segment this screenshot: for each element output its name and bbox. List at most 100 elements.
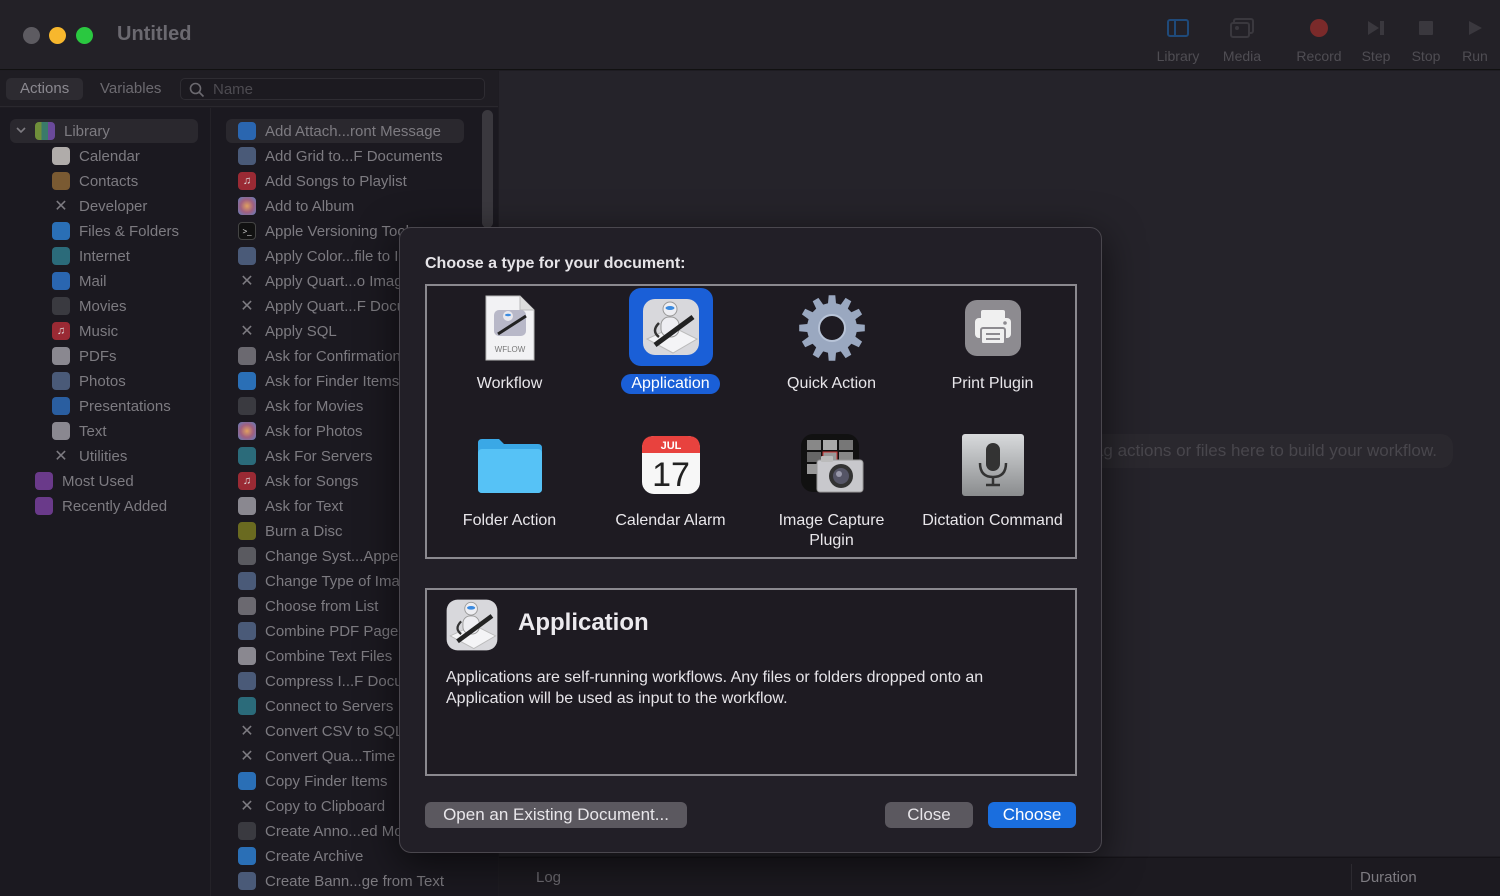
library-header: Actions Variables bbox=[0, 71, 498, 107]
toolbar-library-button[interactable]: Library bbox=[1146, 14, 1210, 70]
finder-icon bbox=[238, 372, 256, 390]
choose-button[interactable]: Choose bbox=[988, 802, 1076, 828]
action-label: Ask for Confirmation bbox=[265, 347, 401, 365]
quicktime-icon bbox=[52, 297, 70, 315]
action-label: Ask for Text bbox=[265, 497, 344, 515]
category-item-mail[interactable]: Mail bbox=[0, 269, 210, 293]
step-icon bbox=[1367, 14, 1385, 42]
type-calendar-alarm[interactable]: JUL 17 Calendar Alarm bbox=[590, 423, 751, 553]
chevron-down-icon[interactable] bbox=[15, 123, 27, 140]
action-item[interactable]: Add to Album bbox=[226, 194, 464, 218]
action-label: Combine Text Files bbox=[265, 647, 393, 665]
pdf-icon bbox=[52, 347, 70, 365]
action-label: Connect to Servers bbox=[265, 697, 394, 715]
category-item-files-folders[interactable]: Files & Folders bbox=[0, 219, 210, 243]
preview-icon bbox=[238, 672, 256, 690]
toolbar-stop-button[interactable]: Stop bbox=[1402, 14, 1450, 70]
category-item-contacts[interactable]: Contacts bbox=[0, 169, 210, 193]
tab-variables[interactable]: Variables bbox=[86, 78, 175, 100]
category-item-internet[interactable]: Internet bbox=[0, 244, 210, 268]
action-list-scrollbar[interactable] bbox=[482, 110, 493, 228]
toolbar-step-button[interactable]: Step bbox=[1350, 14, 1402, 70]
preview-icon bbox=[238, 247, 256, 265]
smart-folder-icon bbox=[35, 497, 53, 515]
type-folder-action[interactable]: Folder Action bbox=[429, 423, 590, 553]
title-bar: Untitled Library Media Record Step Stop … bbox=[0, 0, 1500, 70]
open-existing-document-button[interactable]: Open an Existing Document... bbox=[425, 802, 687, 828]
toolbar-record-button[interactable]: Record bbox=[1288, 14, 1350, 70]
minimize-window-button[interactable] bbox=[49, 27, 66, 44]
category-label: Movies bbox=[79, 297, 127, 315]
type-description-panel: Application Applications are self-runnin… bbox=[425, 588, 1077, 776]
action-label: Choose from List bbox=[265, 597, 379, 615]
category-label: Text bbox=[79, 422, 107, 440]
action-label: Burn a Disc bbox=[265, 522, 343, 540]
category-label: Developer bbox=[79, 197, 148, 215]
search-field[interactable] bbox=[180, 78, 485, 100]
action-item[interactable]: ♫ Add Songs to Playlist bbox=[226, 169, 464, 193]
category-item-developer[interactable]: ✕ Developer bbox=[0, 194, 210, 218]
image-capture-icon bbox=[787, 425, 877, 505]
action-item[interactable]: Add Grid to...F Documents bbox=[226, 144, 464, 168]
action-label: Ask For Servers bbox=[265, 447, 373, 465]
type-print-plugin[interactable]: Print Plugin bbox=[912, 286, 1073, 416]
description-title: Application bbox=[518, 609, 649, 636]
preview-icon bbox=[238, 147, 256, 165]
log-column-header[interactable]: Log bbox=[536, 869, 561, 886]
category-label: Photos bbox=[79, 372, 126, 390]
mail-icon bbox=[52, 272, 70, 290]
type-application[interactable]: Application bbox=[590, 286, 751, 416]
action-label: Ask for Movies bbox=[265, 397, 364, 415]
category-item-utilities[interactable]: ✕ Utilities bbox=[0, 444, 210, 468]
textedit-icon bbox=[52, 422, 70, 440]
type-quick-action[interactable]: Quick Action bbox=[751, 286, 912, 416]
type-workflow[interactable]: WFLOW Workflow bbox=[429, 286, 590, 416]
log-bar: Log Duration bbox=[499, 857, 1500, 896]
play-icon bbox=[1467, 14, 1483, 42]
action-label: Create Bann...ge from Text bbox=[265, 872, 444, 890]
category-label: Calendar bbox=[79, 147, 140, 165]
category-item-most-used[interactable]: Most Used bbox=[0, 469, 210, 493]
category-label: Recently Added bbox=[62, 497, 168, 515]
category-item-photos[interactable]: Photos bbox=[0, 369, 210, 393]
action-label: Add Attach...ront Message bbox=[265, 122, 441, 140]
close-window-button[interactable] bbox=[23, 27, 40, 44]
search-icon bbox=[189, 82, 205, 103]
automator-icon bbox=[238, 597, 256, 615]
action-label: Ask for Songs bbox=[265, 472, 359, 490]
category-item-music[interactable]: ♫ Music bbox=[0, 319, 210, 343]
document-type-grid: WFLOW Workflow Application Quick Action … bbox=[425, 284, 1077, 559]
category-item-pdfs[interactable]: PDFs bbox=[0, 344, 210, 368]
duration-column-header[interactable]: Duration bbox=[1360, 869, 1417, 886]
category-item-library[interactable]: Library bbox=[10, 119, 198, 143]
calendar-icon: JUL 17 bbox=[626, 425, 716, 505]
category-item-calendar[interactable]: Calendar bbox=[0, 144, 210, 168]
search-input[interactable] bbox=[213, 79, 473, 99]
record-icon bbox=[1309, 14, 1329, 42]
category-label: Utilities bbox=[79, 447, 128, 465]
action-item[interactable]: Add Attach...ront Message bbox=[226, 119, 464, 143]
action-label: Ask for Finder Items bbox=[265, 372, 400, 390]
textedit-icon bbox=[238, 497, 256, 515]
category-item-text[interactable]: Text bbox=[0, 419, 210, 443]
type-dictation-command[interactable]: Dictation Command bbox=[912, 423, 1073, 553]
action-item[interactable]: Create Bann...ge from Text bbox=[226, 869, 464, 893]
description-text: Applications are self-running workflows.… bbox=[446, 669, 984, 707]
close-button[interactable]: Close bbox=[885, 802, 973, 828]
category-item-recently-added[interactable]: Recently Added bbox=[0, 494, 210, 518]
category-item-presentations[interactable]: Presentations bbox=[0, 394, 210, 418]
type-image-capture-plugin[interactable]: Image Capture Plugin bbox=[751, 423, 912, 553]
category-label: Internet bbox=[79, 247, 130, 265]
document-type-dialog: Choose a type for your document: WFLOW W… bbox=[399, 227, 1102, 853]
category-label: Mail bbox=[79, 272, 107, 290]
preview-icon bbox=[238, 622, 256, 640]
tab-actions[interactable]: Actions bbox=[6, 78, 84, 100]
finder-icon bbox=[238, 772, 256, 790]
stop-icon bbox=[1418, 14, 1434, 42]
toolbar-media-button[interactable]: Media bbox=[1210, 14, 1274, 70]
category-item-movies[interactable]: Movies bbox=[0, 294, 210, 318]
toolbar-run-button[interactable]: Run bbox=[1450, 14, 1500, 70]
burn-icon bbox=[238, 522, 256, 540]
zoom-window-button[interactable] bbox=[76, 27, 93, 44]
svg-text:17: 17 bbox=[652, 456, 690, 494]
